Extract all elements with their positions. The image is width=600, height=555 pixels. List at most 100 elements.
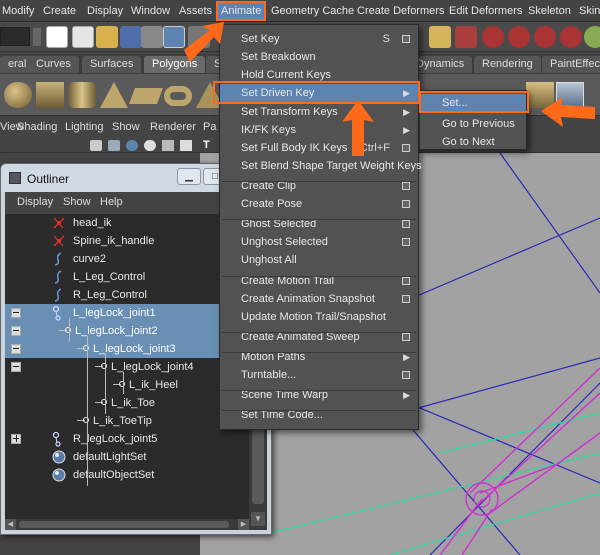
tab-surfaces[interactable]: Surfaces — [82, 56, 142, 73]
poly-plane-icon[interactable] — [129, 88, 163, 104]
menu-animate[interactable]: Animate — [216, 1, 267, 21]
menu-create-deformers[interactable]: Create Deformers — [357, 3, 444, 19]
save-scene-icon[interactable] — [120, 26, 142, 48]
poly-cylinder-icon[interactable] — [68, 82, 96, 108]
tab-paint-effects[interactable]: PaintEffects — [542, 56, 600, 73]
option-box-icon[interactable] — [402, 144, 410, 152]
collapse-icon[interactable] — [11, 308, 21, 318]
option-box-icon[interactable] — [402, 200, 410, 208]
menu-window[interactable]: Window — [131, 3, 170, 19]
animate-menu-item[interactable]: Unghost All — [220, 251, 418, 269]
scroll-right-button[interactable]: ▶ — [238, 519, 249, 530]
animate-menu-item[interactable]: Create Animated Sweep — [220, 328, 418, 346]
poly-sphere-icon[interactable] — [4, 82, 32, 108]
option-box-icon[interactable] — [402, 333, 410, 341]
menu-assets[interactable]: Assets — [179, 3, 212, 19]
outliner-row[interactable]: L_legLock_joint2 — [5, 322, 249, 340]
lock-selection-icon[interactable] — [429, 26, 451, 48]
menu-geometry-cache[interactable]: Geometry Cache — [271, 3, 354, 19]
menu-modify[interactable]: Modify — [2, 3, 34, 19]
open-scene-icon[interactable] — [96, 26, 118, 48]
poly-cube-icon[interactable] — [36, 82, 64, 108]
outliner-menu-display[interactable]: Display — [17, 196, 53, 208]
option-box-icon[interactable] — [402, 238, 410, 246]
panel-menu-show[interactable]: Show — [112, 121, 140, 133]
animate-menu-item[interactable]: Set Blend Shape Target Weight Keys — [220, 157, 422, 175]
menu-edit-deformers[interactable]: Edit Deformers — [449, 3, 522, 19]
menu-create[interactable]: Create — [43, 3, 76, 19]
outliner-row[interactable]: L_Leg_Control — [5, 268, 249, 286]
animate-menu-item[interactable]: Update Motion Trail/Snapshot — [220, 308, 418, 326]
outliner-row[interactable]: L_legLock_joint3 — [5, 340, 249, 358]
outliner-menu-help[interactable]: Help — [100, 196, 123, 208]
animate-menu-item[interactable]: Set Key S — [220, 30, 418, 48]
panel-menu-shading[interactable]: Shading — [17, 121, 57, 133]
collapse-icon[interactable] — [11, 326, 21, 336]
scroll-down-button[interactable]: ▼ — [251, 512, 265, 526]
option-box-icon[interactable] — [402, 182, 410, 190]
new-scene-icon[interactable] — [46, 26, 68, 48]
outliner-row[interactable]: defaultLightSet — [5, 448, 249, 466]
menu-skeleton[interactable]: Skeleton — [528, 3, 571, 19]
outliner-row[interactable]: L_legLock_joint1 — [5, 304, 249, 322]
poly-torus-icon[interactable] — [164, 86, 192, 106]
tab-rendering[interactable]: Rendering — [474, 56, 541, 73]
option-box-icon[interactable] — [402, 277, 410, 285]
snap-to-point-icon[interactable] — [534, 26, 556, 48]
outliner-row[interactable]: defaultObjectSet — [5, 466, 249, 484]
panel-menu-renderer[interactable]: Renderer — [150, 121, 196, 133]
outliner-row[interactable]: L_ik_Toe — [5, 394, 249, 412]
animate-menu-item[interactable]: Motion Paths ▶ — [220, 348, 418, 366]
texture-icon[interactable] — [162, 140, 174, 151]
animate-menu-item[interactable]: IK/FK Keys ▶ — [220, 121, 418, 139]
shadow-icon[interactable] — [180, 140, 192, 151]
new-document-icon[interactable] — [72, 26, 94, 48]
select-by-hierarchy-icon[interactable] — [141, 26, 163, 48]
tab-curves[interactable]: Curves — [28, 56, 79, 73]
animate-menu-item[interactable]: Create Pose — [220, 195, 418, 213]
driven-key-submenu-item[interactable]: Go to Next — [420, 133, 526, 151]
menu-skin[interactable]: Skin — [579, 3, 600, 19]
animate-menu-item[interactable]: Create Motion Trail — [220, 272, 418, 290]
scroll-left-button[interactable]: ◀ — [5, 519, 16, 530]
animate-menu-item[interactable]: Ghost Selected — [220, 215, 418, 233]
menu-display[interactable]: Display — [87, 3, 123, 19]
wireframe-icon[interactable] — [90, 140, 102, 151]
mode-dropdown[interactable] — [0, 27, 30, 46]
snap-to-curve-icon[interactable] — [508, 26, 530, 48]
highlight-selection-icon[interactable] — [455, 26, 477, 48]
panel-menu-panels[interactable]: Pa — [203, 121, 216, 133]
animate-menu-item[interactable]: Set Full Body IK Keys Ctrl+F — [220, 139, 418, 157]
animate-menu-item[interactable]: Set Time Code... — [220, 406, 418, 424]
snap-to-grid-icon[interactable] — [482, 26, 504, 48]
animate-menu-item[interactable]: Create Clip — [220, 177, 418, 195]
minimize-button[interactable]: ▁ — [177, 168, 201, 185]
animate-menu-item[interactable]: Unghost Selected — [220, 233, 418, 251]
option-box-icon[interactable] — [402, 220, 410, 228]
smooth-shade-icon[interactable] — [108, 140, 120, 151]
option-box-icon[interactable] — [402, 295, 410, 303]
outliner-row[interactable]: L_ik_ToeTip — [5, 412, 249, 430]
collapse-icon[interactable] — [11, 344, 21, 354]
expand-icon[interactable] — [11, 434, 21, 444]
animate-menu-item[interactable]: Set Breakdown — [220, 48, 418, 66]
outliner-row[interactable]: curve2 — [5, 250, 249, 268]
driven-key-submenu-item[interactable]: Go to Previous — [420, 115, 526, 133]
outliner-menu-show[interactable]: Show — [63, 196, 91, 208]
animate-menu-item[interactable]: Scene Time Warp ▶ — [220, 386, 418, 404]
hscroll-thumb[interactable] — [19, 521, 229, 528]
animate-menu-item[interactable]: Set Transform Keys ▶ — [220, 103, 418, 121]
outliner-hscrollbar[interactable]: ◀ ▶ — [5, 519, 249, 530]
outliner-row[interactable]: Spine_ik_handle — [5, 232, 249, 250]
outliner-row[interactable]: R_legLock_joint5 — [5, 430, 249, 448]
outliner-row[interactable]: head_ik — [5, 214, 249, 232]
text-tool-icon[interactable]: T — [203, 139, 210, 151]
poly-cone-icon[interactable] — [100, 82, 128, 108]
make-live-icon[interactable] — [584, 26, 600, 48]
panel-menu-lighting[interactable]: Lighting — [65, 121, 104, 133]
collapse-icon[interactable] — [11, 362, 21, 372]
lighting-icon[interactable] — [144, 140, 156, 151]
option-box-icon[interactable] — [402, 35, 410, 43]
sphere-shade-icon[interactable] — [126, 140, 138, 151]
snap-to-view-plane-icon[interactable] — [560, 26, 582, 48]
